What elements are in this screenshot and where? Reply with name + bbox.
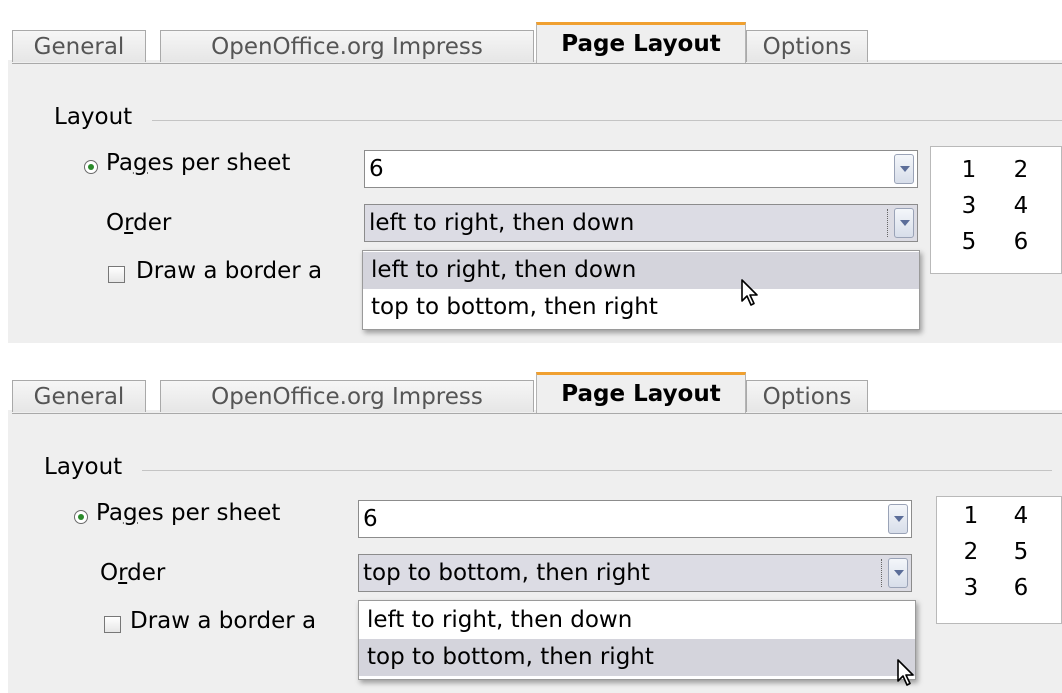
tab-bar: General OpenOffice.org Impress Page Layo… [12,370,1062,414]
tab-divider [12,63,1062,64]
order-label: Order [100,560,166,586]
preview-cell: 6 [1013,229,1029,255]
draw-border-label: Draw a border a [136,258,323,284]
pages-per-sheet-combo[interactable]: 6 [358,500,912,538]
section-divider [152,120,1062,121]
tab-divider [12,413,1062,414]
section-divider [142,470,1052,471]
order-dropdown-list: left to right, then down top to bottom, … [358,600,916,680]
mouse-cursor-icon [897,659,914,686]
preview-cell: 1 [961,157,977,183]
mouse-cursor-icon [741,279,758,306]
order-value: left to right, then down [369,210,635,236]
preview-cell: 3 [963,575,979,601]
tab-options[interactable]: Options [746,380,868,412]
draw-border-checkbox[interactable] [104,616,121,633]
draw-border-checkbox[interactable] [108,266,125,283]
page-order-preview: 1 4 2 5 3 6 [936,496,1062,624]
chevron-down-icon[interactable] [894,154,914,184]
layout-section-title: Layout [44,454,123,480]
order-value: top to bottom, then right [363,560,650,586]
preview-cell: 4 [1013,503,1029,529]
focus-separator [887,209,890,237]
tab-bar: General OpenOffice.org Impress Page Layo… [12,20,1062,64]
pages-per-sheet-label: Pages per sheet [96,500,281,526]
page-order-preview: 1 2 3 4 5 6 [930,146,1062,274]
preview-cell: 1 [963,503,979,529]
focus-separator [881,559,884,587]
pages-per-sheet-radio[interactable] [84,160,98,174]
chevron-down-icon[interactable] [888,558,908,588]
preview-cell: 4 [1013,193,1029,219]
preview-cell: 2 [963,539,979,565]
preview-cell: 5 [961,229,977,255]
dropdown-option[interactable]: left to right, then down [363,252,919,289]
dropdown-option[interactable]: left to right, then down [359,602,915,639]
dropdown-option[interactable]: top to bottom, then right [363,289,919,326]
tab-options[interactable]: Options [746,30,868,62]
tab-openoffice-impress[interactable]: OpenOffice.org Impress [160,30,534,62]
pages-per-sheet-combo[interactable]: 6 [364,150,918,188]
order-dropdown-list: left to right, then down top to bottom, … [362,250,920,330]
tab-general[interactable]: General [12,380,146,412]
print-options-panel-2: General OpenOffice.org Impress Page Layo… [0,360,1062,693]
chevron-down-icon[interactable] [894,208,914,238]
print-options-panel-1: General OpenOffice.org Impress Page Layo… [0,10,1062,343]
draw-border-label: Draw a border a [130,608,317,634]
pages-per-sheet-value: 6 [369,156,384,182]
tab-page-layout[interactable]: Page Layout [536,22,746,64]
tab-page-layout[interactable]: Page Layout [536,372,746,414]
preview-cell: 3 [961,193,977,219]
chevron-down-icon[interactable] [888,504,908,534]
tab-openoffice-impress[interactable]: OpenOffice.org Impress [160,380,534,412]
preview-cell: 2 [1013,157,1029,183]
pages-per-sheet-value: 6 [363,506,378,532]
tab-general[interactable]: General [12,30,146,62]
layout-section-title: Layout [54,104,133,130]
order-combo[interactable]: left to right, then down [364,204,918,242]
preview-cell: 5 [1013,539,1029,565]
pages-per-sheet-label: Pages per sheet [106,150,291,176]
preview-cell: 6 [1013,575,1029,601]
pages-per-sheet-radio[interactable] [74,510,88,524]
order-combo[interactable]: top to bottom, then right [358,554,912,592]
order-label: Order [106,210,172,236]
dropdown-option[interactable]: top to bottom, then right [359,639,915,676]
